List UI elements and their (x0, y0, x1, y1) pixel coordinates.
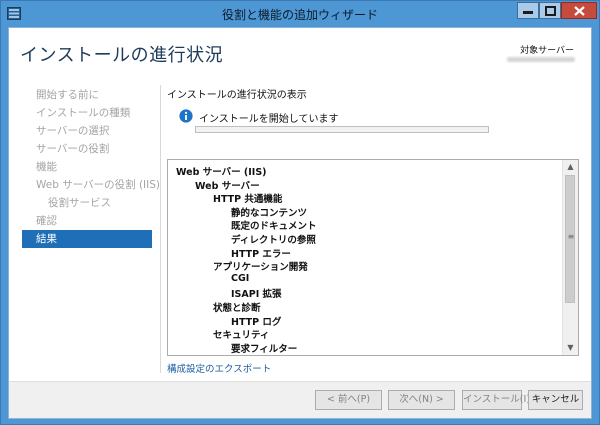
export-configuration-link[interactable]: 構成設定のエクスポート (167, 361, 271, 375)
maximize-button[interactable] (539, 2, 561, 19)
nav-item-results[interactable]: 結果 (22, 230, 152, 248)
tree-item: HTTP エラー (231, 248, 291, 260)
close-button[interactable] (561, 2, 597, 19)
tree-item: ディレクトリの参照 (231, 235, 316, 246)
target-server-label: 対象サーバー (520, 46, 574, 56)
tree-item: 既定のドキュメント (231, 221, 317, 233)
title-bar[interactable]: 役割と機能の追加ウィザード (1, 1, 599, 26)
previous-button[interactable]: < 前へ(P) (315, 390, 382, 410)
vertical-scrollbar[interactable]: ▲ ≡ ▼ (562, 160, 578, 355)
wizard-client-area: インストールの進行状況 対象サーバー 開始する前に インストールの種類 サーバー… (8, 27, 592, 419)
install-button[interactable]: インストール(I) (462, 390, 530, 410)
close-icon (574, 6, 585, 16)
nav-item-before-you-begin: 開始する前に (36, 89, 99, 101)
scroll-up-button[interactable]: ▲ (563, 160, 578, 174)
tree-item: アプリケーション開発 (213, 262, 308, 274)
button-footer: < 前へ(P) 次へ(N) > インストール(I) キャンセル (9, 381, 591, 418)
next-button[interactable]: 次へ(N) > (388, 390, 455, 410)
minimize-button[interactable] (517, 2, 539, 19)
wizard-nav: 開始する前に インストールの種類 サーバーの選択 サーバーの役割 機能 Web … (22, 86, 161, 248)
grip-icon: ≡ (567, 232, 575, 241)
nav-item-role-services: 役割サービス (48, 197, 111, 209)
tree-item: 静的なコンテンツ (231, 207, 308, 219)
nav-item-web-server-role: Web サーバーの役割 (IIS) (36, 179, 161, 191)
status-text: インストールを開始しています (199, 114, 339, 125)
installation-results-list[interactable]: Web サーバー (IIS) Web サーバー HTTP 共通機能 静的なコンテンツ既… (167, 159, 579, 356)
nav-item-confirmation: 確認 (36, 215, 57, 227)
tree-item: ISAPI 拡張 (231, 289, 282, 301)
info-icon (179, 109, 193, 123)
scroll-thumb[interactable]: ≡ (565, 175, 575, 303)
nav-divider (160, 85, 161, 373)
tree-item: Web サーバー (195, 180, 260, 192)
install-progress-bar (195, 126, 489, 133)
tree-item: 要求フィルター (231, 343, 298, 355)
scroll-down-button[interactable]: ▼ (563, 341, 578, 355)
cancel-button[interactable]: キャンセル (528, 390, 583, 410)
wizard-window: 役割と機能の追加ウィザード インストールの進行状況 対象サーバー 開始する前に … (0, 0, 600, 425)
nav-item-features: 機能 (36, 161, 57, 173)
chevron-down-icon: ▼ (567, 343, 574, 352)
tree-item: HTTP ログ (231, 316, 282, 328)
page-title: インストールの進行状況 (20, 45, 224, 66)
chevron-up-icon: ▲ (567, 162, 574, 171)
nav-item-server-selection: サーバーの選択 (36, 125, 110, 137)
target-server-name-redacted (507, 57, 575, 62)
tree-item: セキュリティ (213, 330, 270, 342)
tree-item: CGI (231, 272, 250, 284)
minimize-icon (523, 11, 533, 14)
section-header: インストールの進行状況の表示 (167, 90, 307, 101)
nav-item-server-roles: サーバーの役割 (36, 143, 110, 155)
tree-item: HTTP 共通機能 (213, 194, 283, 206)
maximize-icon (545, 6, 556, 16)
tree-item: 状態と診断 (213, 303, 261, 314)
nav-item-installation-type: インストールの種類 (36, 107, 131, 119)
window-title: 役割と機能の追加ウィザード (221, 8, 378, 22)
tree-item: Web サーバー (IIS) (176, 167, 267, 178)
